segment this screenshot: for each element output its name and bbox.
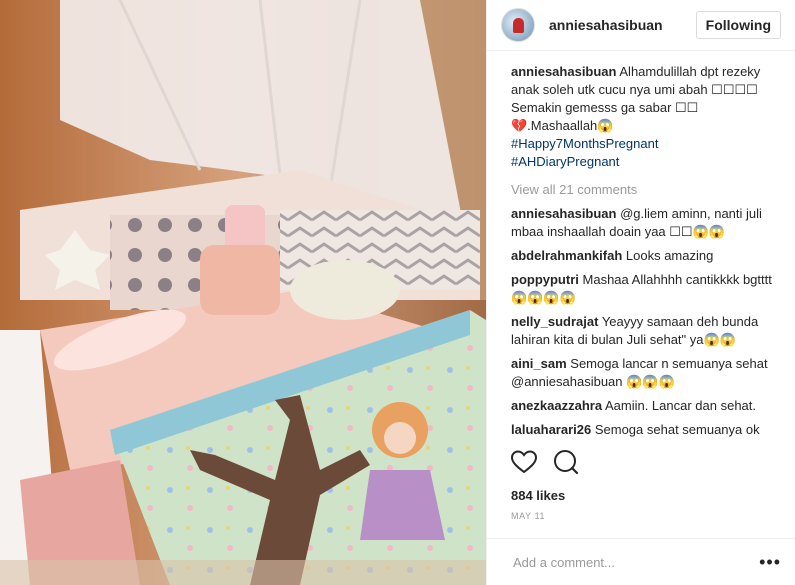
- crib-photo-illustration: [0, 0, 486, 585]
- more-options-icon[interactable]: •••: [759, 552, 781, 573]
- comment-icon[interactable]: [553, 449, 579, 480]
- comment-username[interactable]: abdelrahmankifah: [511, 248, 622, 263]
- post-date: MAY 11: [511, 511, 546, 521]
- comment-username[interactable]: anezkaazzahra: [511, 398, 602, 413]
- comment-item: abdelrahmankifah Looks amazing: [511, 247, 781, 265]
- comment-text: Semoga sehat semuanya ok: [594, 422, 760, 437]
- post-caption: anniesahasibuan Alhamdulillah dpt rezeky…: [511, 63, 781, 171]
- add-comment-input[interactable]: [511, 553, 760, 571]
- post-header: anniesahasibuan Following: [487, 0, 795, 51]
- comment-username[interactable]: poppyputri: [511, 272, 579, 287]
- post-photo[interactable]: [0, 0, 486, 585]
- comment-item: anniesahasibuan @g.liem aminn, nanti jul…: [511, 205, 781, 241]
- comment-item: laluaharari26 Semoga sehat semuanya ok: [511, 421, 781, 438]
- action-icons: [510, 444, 771, 484]
- comment-text: Aamiin. Lancar dan sehat.: [604, 398, 757, 413]
- comment-username[interactable]: laluaharari26: [511, 422, 591, 437]
- post-view: anniesahasibuan Following anniesahasibua…: [0, 0, 795, 585]
- avatar[interactable]: [501, 8, 535, 42]
- heart-icon[interactable]: [510, 449, 538, 479]
- likes-count[interactable]: 884 likes: [511, 488, 771, 503]
- comment-text: Looks amazing: [625, 248, 714, 263]
- comments-panel: anniesahasibuan Following anniesahasibua…: [486, 0, 795, 585]
- comment-item: poppyputri Mashaa Allahhhh cantikkkk bgt…: [511, 271, 781, 307]
- hashtag-link[interactable]: #Happy7MonthsPregnant: [511, 135, 781, 153]
- comment-item: anezkaazzahra Aamiin. Lancar dan sehat.: [511, 397, 781, 415]
- add-comment-bar: •••: [487, 538, 795, 585]
- hashtag-link[interactable]: #AHDiaryPregnant: [511, 153, 781, 171]
- post-author-username[interactable]: anniesahasibuan: [549, 17, 663, 33]
- comment-username[interactable]: anniesahasibuan: [511, 206, 616, 221]
- caption-username[interactable]: anniesahasibuan: [511, 64, 616, 79]
- view-all-comments-link[interactable]: View all 21 comments: [511, 181, 781, 199]
- comment-item: nelly_sudrajat Yeayyy samaan deh bunda l…: [511, 313, 781, 349]
- comments-feed[interactable]: anniesahasibuan Alhamdulillah dpt rezeky…: [487, 63, 795, 438]
- comment-username[interactable]: aini_sam: [511, 356, 567, 371]
- comment-item: aini_sam Semoga lancar n semuanya sehat …: [511, 355, 781, 391]
- comment-username[interactable]: nelly_sudrajat: [511, 314, 598, 329]
- post-actions: 884 likes MAY 11: [487, 444, 795, 521]
- following-button[interactable]: Following: [695, 11, 781, 39]
